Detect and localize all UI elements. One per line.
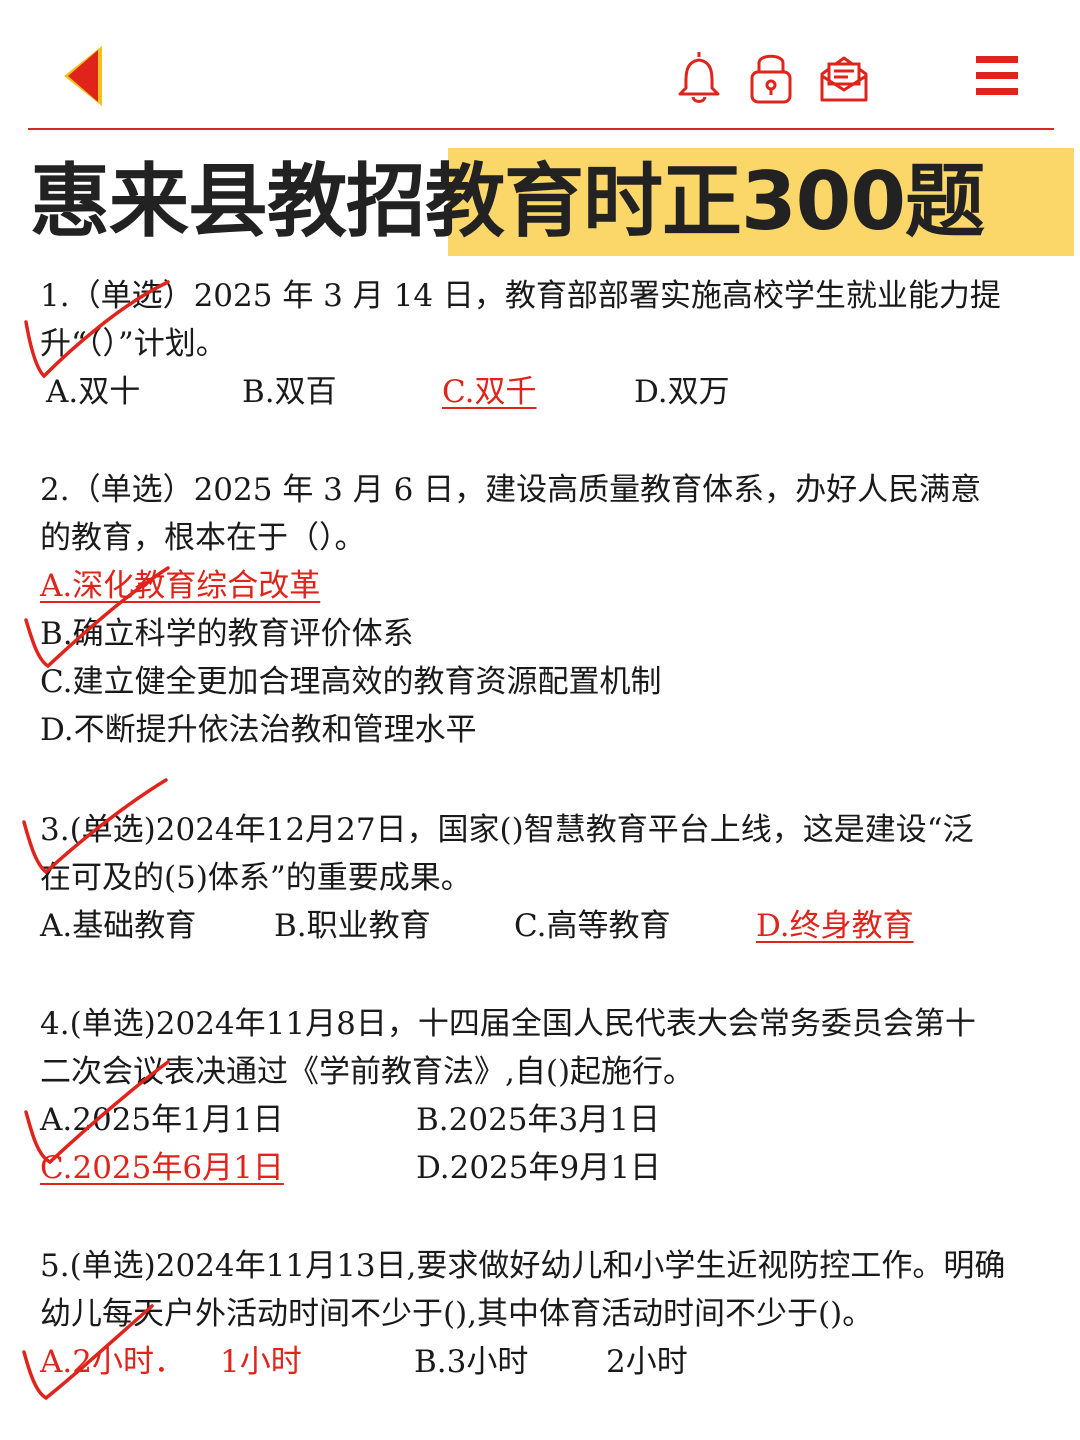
question-3-option-b: B.职业教育: [274, 908, 431, 944]
question-3-text-line-2: 在可及的(5)体系”的重要成果。: [40, 860, 472, 896]
question-1-text-line-2: 升“（）”计划。: [40, 326, 227, 362]
question-4-text-line-2: 二次会议表决通过《学前教育法》,自()起施行。: [40, 1054, 695, 1090]
question-4-option-b: B.2025年3月1日: [416, 1102, 660, 1138]
question-1-option-b: B.双百: [242, 374, 337, 410]
question-5-option-a-answer-part-2: 1小时: [220, 1344, 302, 1380]
question-5-text-line-2: 幼儿每天户外活动时间不少于(),其中体育活动时间不少于()。: [40, 1296, 874, 1332]
question-5-option-a-answer: A.2小时．: [40, 1344, 185, 1380]
question-3-option-a: A.基础教育: [40, 908, 197, 944]
question-5-option-b-part-2: 2小时: [606, 1344, 688, 1380]
question-4-text-line-1: 4.(单选)2024年11月8日，十四届全国人民代表大会常务委员会第十: [40, 1006, 976, 1042]
question-2-option-c: C.建立健全更加合理高效的教育资源配置机制: [40, 664, 662, 700]
question-5-text-line-1: 5.(单选)2024年11月13日,要求做好幼儿和小学生近视防控工作。明确: [40, 1248, 1006, 1284]
question-1-option-d: D.双万: [634, 374, 730, 410]
question-2-option-d: D.不断提升依法治教和管理水平: [40, 712, 477, 748]
question-1-option-c-answer: C.双千: [442, 374, 537, 410]
question-2-text-line-1: 2.（单选）2025 年 3 月 6 日，建设高质量教育体系，办好人民满意: [40, 472, 982, 508]
question-1-text-line-1: 1.（单选）2025 年 3 月 14 日，教育部部署实施高校学生就业能力提: [40, 278, 1001, 314]
question-4-option-d: D.2025年9月1日: [416, 1150, 661, 1186]
question-4-option-a: A.2025年1月1日: [40, 1102, 284, 1138]
question-4-option-c-answer: C.2025年6月1日: [40, 1150, 284, 1186]
question-1-option-a: A.双十: [46, 374, 141, 410]
question-2-option-a-answer: A.深化教育综合改革: [40, 568, 321, 604]
question-3-text-line-1: 3.(单选)2024年12月27日，国家()智慧教育平台上线，这是建设“泛: [40, 812, 974, 848]
question-2-option-b: B.确立科学的教育评价体系: [40, 616, 414, 652]
question-5-option-b: B.3小时: [414, 1344, 529, 1380]
question-list: 1.（单选）2025 年 3 月 14 日，教育部部署实施高校学生就业能力提 升…: [0, 0, 1080, 1440]
question-3-option-c: C.高等教育: [514, 908, 671, 944]
question-2-text-line-2: 的教育，根本在于（）。: [40, 520, 366, 556]
question-3-option-d-answer: D.终身教育: [756, 908, 914, 944]
